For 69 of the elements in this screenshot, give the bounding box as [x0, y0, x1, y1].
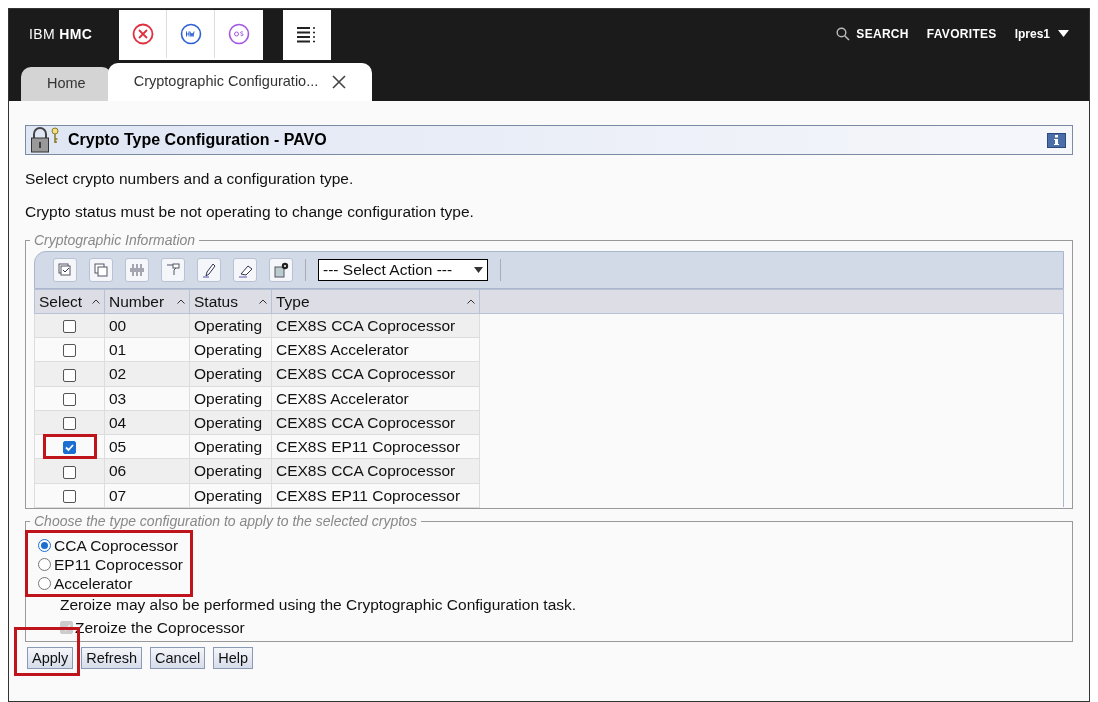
- table-cell: 00: [104, 313, 190, 338]
- table-cell: 03: [104, 386, 190, 411]
- select-all-icon[interactable]: [53, 257, 77, 282]
- favorites-link[interactable]: FAVORITES: [926, 25, 997, 43]
- action-button[interactable]: Cancel: [150, 647, 206, 670]
- radio-option[interactable]: CCA Coprocessor: [38, 535, 183, 555]
- table-cell: CEX8S CCA Coprocessor: [271, 458, 480, 483]
- instruction-text: Crypto status must be not operating to change configuration type.: [25, 202, 475, 223]
- info-icon[interactable]: [1047, 132, 1066, 148]
- zeroize-note: Zeroize may also be performed using the Cryptographic Configuration task.: [60, 594, 578, 615]
- radio-button[interactable]: [38, 557, 51, 571]
- table-cell: CEX8S CCA Coprocessor: [271, 410, 480, 435]
- panel-title: Crypto Type Configuration - PAVO: [68, 130, 327, 150]
- row-checkbox[interactable]: [63, 417, 76, 431]
- row-checkbox[interactable]: [63, 344, 76, 358]
- caret-icon: [1058, 30, 1069, 38]
- table-cell: Operating: [189, 337, 272, 362]
- action-button[interactable]: Apply: [27, 647, 74, 670]
- row-checkbox[interactable]: [63, 392, 76, 406]
- radio-button[interactable]: [38, 576, 51, 590]
- lock-key-icon: [30, 127, 60, 153]
- column-header[interactable]: Select: [34, 289, 105, 314]
- tab[interactable]: Cryptographic Configuratio...: [107, 63, 373, 101]
- table-cell: Operating: [189, 458, 272, 483]
- table-cell: CEX8S EP11 Coprocessor: [271, 483, 480, 508]
- row-checkbox[interactable]: [63, 489, 76, 503]
- column-header[interactable]: Status: [189, 289, 272, 314]
- table-cell: Operating: [189, 434, 272, 459]
- menu-icon[interactable]: [283, 10, 331, 60]
- search-icon: [836, 27, 851, 41]
- table-cell: Operating: [189, 386, 272, 411]
- table-cell: Operating: [189, 313, 272, 338]
- close-icon[interactable]: [332, 75, 347, 89]
- user-menu[interactable]: lpres1: [1014, 25, 1069, 43]
- table-cell: 06: [104, 458, 190, 483]
- table-cell: CEX8S Accelerator: [271, 337, 480, 362]
- table-cell: CEX8S Accelerator: [271, 386, 480, 411]
- table-cell: Operating: [189, 410, 272, 435]
- row-checkbox[interactable]: [63, 441, 76, 455]
- table-cell: 04: [104, 410, 190, 435]
- column-header[interactable]: Type: [271, 289, 480, 314]
- action-button[interactable]: Refresh: [81, 647, 143, 670]
- action-button[interactable]: Help: [213, 647, 254, 670]
- table-cell: CEX8S CCA Coprocessor: [271, 313, 480, 338]
- table-cell: Operating: [189, 483, 272, 508]
- instruction-text: Select crypto numbers and a configuration type.: [25, 169, 355, 189]
- table-cell: CEX8S EP11 Coprocessor: [271, 434, 480, 459]
- table-settings-icon[interactable]: [269, 257, 293, 282]
- table-cell: 07: [104, 483, 190, 508]
- row-checkbox[interactable]: [63, 320, 76, 334]
- pencil-icon[interactable]: [197, 257, 221, 282]
- radio-button[interactable]: [38, 538, 51, 552]
- group-legend: Choose the type configuration to apply to the selected cryptos: [30, 510, 421, 532]
- table-cell: 02: [104, 361, 190, 386]
- select-action-dropdown[interactable]: --- Select Action ---: [318, 258, 488, 281]
- column-header[interactable]: Number: [104, 289, 190, 314]
- caret-icon: [474, 266, 483, 273]
- search-link[interactable]: SEARCH: [836, 25, 909, 43]
- table-cell: Operating: [189, 361, 272, 386]
- radio-option[interactable]: Accelerator: [38, 573, 183, 593]
- table-cell: CEX8S CCA Coprocessor: [271, 361, 480, 386]
- row-checkbox[interactable]: [63, 368, 76, 382]
- app-brand: IBM HMC: [29, 24, 94, 44]
- eraser-icon[interactable]: [233, 257, 257, 282]
- group-legend: Cryptographic Information: [30, 229, 200, 251]
- table-cell: 01: [104, 337, 190, 362]
- row-checkbox[interactable]: [63, 465, 76, 479]
- radio-option[interactable]: EP11 Coprocessor: [38, 554, 183, 574]
- table-cell: 05: [104, 434, 190, 459]
